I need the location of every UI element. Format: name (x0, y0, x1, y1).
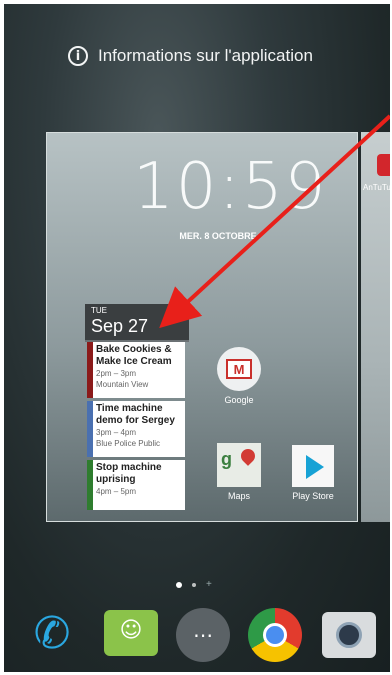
annotation-arrow (159, 114, 390, 329)
home-screen: i Informations sur l'application 10:59 M… (4, 4, 390, 672)
